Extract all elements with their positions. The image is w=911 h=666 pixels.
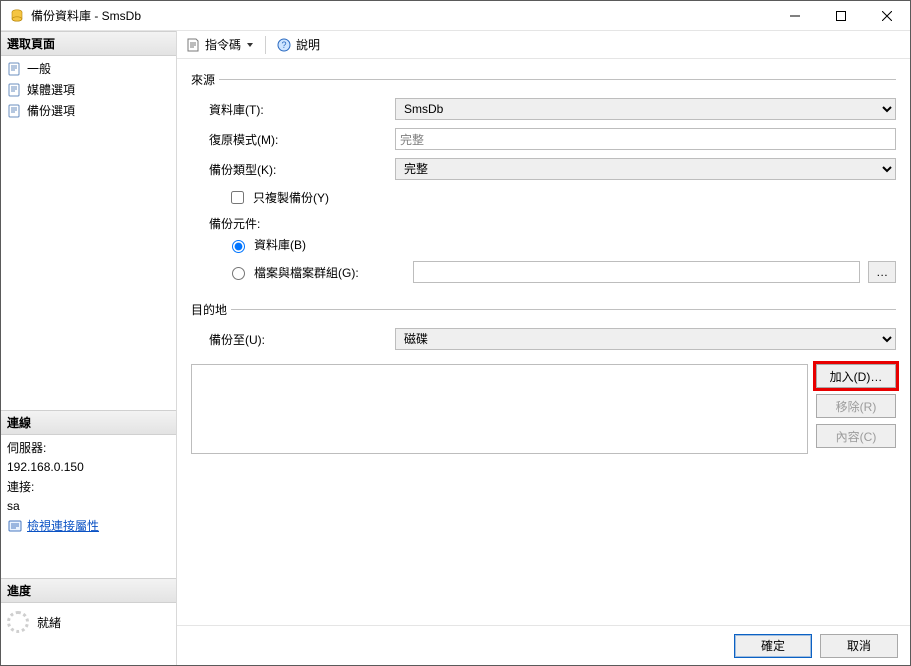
progress-status: 就緒 xyxy=(37,614,61,631)
database-label: 資料庫(T): xyxy=(209,101,395,118)
close-button[interactable] xyxy=(864,1,910,31)
backup-type-label: 備份類型(K): xyxy=(209,161,395,178)
server-value: 192.168.0.150 xyxy=(1,458,176,476)
contents-button[interactable]: 內容(C) xyxy=(816,424,896,448)
database-icon xyxy=(9,8,25,24)
backup-component-label: 備份元件: xyxy=(191,215,896,232)
page-icon xyxy=(7,103,23,119)
destination-list[interactable] xyxy=(191,364,808,454)
script-icon xyxy=(185,37,201,53)
dialog-footer: 確定 取消 xyxy=(177,625,910,665)
filegroup-text xyxy=(413,261,860,283)
backup-type-select[interactable]: 完整 xyxy=(395,158,896,180)
copy-only-input[interactable] xyxy=(231,191,244,204)
right-panel: 指令碼 ? 說明 來源 資料庫(T): SmsDb xyxy=(177,31,910,665)
source-legend: 來源 xyxy=(191,71,219,88)
minimize-button[interactable] xyxy=(772,1,818,31)
page-item-label: 媒體選項 xyxy=(27,81,75,98)
add-destination-button[interactable]: 加入(D)… xyxy=(816,364,896,388)
dialog-window: 備份資料庫 - SmsDb 選取頁面 一般 xyxy=(0,0,911,666)
backup-to-label: 備份至(U): xyxy=(209,331,395,348)
page-item-general[interactable]: 一般 xyxy=(1,58,176,79)
ok-button[interactable]: 確定 xyxy=(734,634,812,658)
page-icon xyxy=(7,82,23,98)
connection-label: 連接: xyxy=(1,476,176,497)
database-select[interactable]: SmsDb xyxy=(395,98,896,120)
component-database-radio[interactable]: 資料庫(B) xyxy=(227,236,306,253)
page-item-media-options[interactable]: 媒體選項 xyxy=(1,79,176,100)
toolbar-separator xyxy=(265,36,266,54)
chevron-down-icon[interactable] xyxy=(247,43,253,47)
destination-legend: 目的地 xyxy=(191,301,231,318)
page-item-label: 備份選項 xyxy=(27,102,75,119)
recovery-model-value xyxy=(395,128,896,150)
progress-spinner-icon xyxy=(7,611,29,633)
maximize-button[interactable] xyxy=(818,1,864,31)
script-button[interactable]: 指令碼 xyxy=(205,36,241,53)
page-item-label: 一般 xyxy=(27,60,51,77)
recovery-model-label: 復原模式(M): xyxy=(209,131,395,148)
filegroup-browse-button[interactable]: … xyxy=(868,261,896,283)
page-item-backup-options[interactable]: 備份選項 xyxy=(1,100,176,121)
copy-only-label: 只複製備份(Y) xyxy=(253,189,329,206)
remove-destination-button[interactable]: 移除(R) xyxy=(816,394,896,418)
page-list: 一般 媒體選項 備份選項 xyxy=(1,56,176,123)
component-filegroup-label: 檔案與檔案群組(G): xyxy=(254,264,359,281)
view-connection-props[interactable]: 檢視連接屬性 xyxy=(1,515,176,536)
titlebar: 備份資料庫 - SmsDb xyxy=(1,1,910,31)
source-group: 來源 資料庫(T): SmsDb 復原模式(M): xyxy=(191,71,896,291)
toolbar: 指令碼 ? 說明 xyxy=(177,31,910,59)
destination-group: 目的地 備份至(U): 磁碟 加入(D)… 移除(R) xyxy=(191,301,896,454)
connection-header: 連線 xyxy=(1,410,176,435)
copy-only-checkbox[interactable]: 只複製備份(Y) xyxy=(227,188,329,207)
page-icon xyxy=(7,61,23,77)
component-database-label: 資料庫(B) xyxy=(254,236,306,253)
component-database-input[interactable] xyxy=(232,240,245,253)
window-title: 備份資料庫 - SmsDb xyxy=(31,7,141,24)
cancel-button[interactable]: 取消 xyxy=(820,634,898,658)
select-page-header: 選取頁面 xyxy=(1,31,176,56)
help-button[interactable]: 說明 xyxy=(296,36,320,53)
view-connection-link[interactable]: 檢視連接屬性 xyxy=(27,517,99,534)
server-label: 伺服器: xyxy=(1,437,176,458)
properties-icon xyxy=(7,518,23,534)
backup-to-select[interactable]: 磁碟 xyxy=(395,328,896,350)
component-filegroup-input[interactable] xyxy=(232,267,245,280)
help-icon: ? xyxy=(276,37,292,53)
left-panel: 選取頁面 一般 媒體選項 xyxy=(1,31,177,665)
component-filegroup-radio[interactable]: 檔案與檔案群組(G): xyxy=(227,264,359,281)
svg-text:?: ? xyxy=(282,40,287,50)
connection-value: sa xyxy=(1,497,176,515)
progress-status-row: 就緒 xyxy=(1,605,176,639)
progress-header: 進度 xyxy=(1,578,176,603)
